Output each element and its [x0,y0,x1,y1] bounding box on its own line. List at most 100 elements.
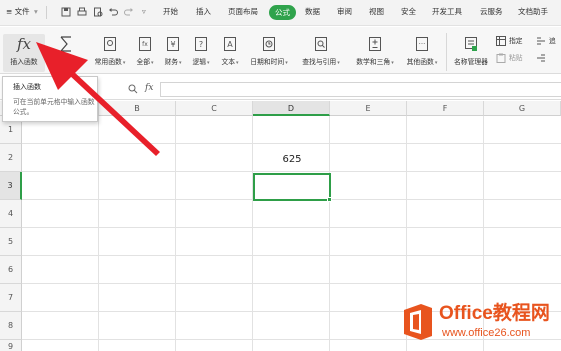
tab-doc-assistant[interactable]: 文档助手 [518,6,548,18]
more-icon: ··· [416,37,428,51]
gridline [175,116,176,351]
financial-icon: ¥ [167,37,179,51]
trace-dependents-button[interactable] [536,52,561,64]
common-functions-label: 常用函数 [94,58,122,66]
column-header-g[interactable]: G [484,101,561,116]
financial-button[interactable]: ¥ 财务▾ [160,34,186,72]
insert-function-tooltip: 插入函数 可在当前单元格中输入函数公式。 [2,76,98,122]
file-menu[interactable]: ≡ 文件 [6,6,30,18]
redo-icon[interactable] [124,7,134,17]
gridline [252,116,253,351]
text-functions-label: 文本 [221,58,236,66]
svg-text:¥: ¥ [170,40,175,49]
sigma-icon [59,36,71,52]
chevron-down-icon: ▾ [151,60,154,66]
tab-developer[interactable]: 开发工具 [432,6,462,18]
print-icon[interactable] [77,7,87,17]
svg-text:?: ? [199,40,203,49]
tab-data[interactable]: 数据 [305,6,320,18]
selected-cell-d3[interactable] [253,173,331,201]
save-icon[interactable] [61,7,71,17]
svg-text:···: ··· [419,40,426,48]
zoom-icon[interactable] [128,84,138,94]
column-header-d[interactable]: D [253,101,330,116]
insert-function-button[interactable]: fx 插入函数 [3,34,45,72]
tab-insert[interactable]: 插入 [196,6,211,18]
gridline [22,283,561,284]
row-header-4[interactable]: 4 [0,200,22,228]
tab-review[interactable]: 审阅 [337,6,352,18]
print-preview-icon[interactable] [93,7,103,17]
autosum-label: 自动求和 [50,58,78,66]
logical-button[interactable]: ? 逻辑▾ [188,34,214,72]
trace-precedents-button[interactable]: 追 [536,35,561,47]
chevron-down-icon: ▾ [179,60,182,66]
column-header-f[interactable]: F [407,101,484,116]
column-header-b[interactable]: B [99,101,176,116]
row-header-6[interactable]: 6 [0,256,22,284]
name-manager-button[interactable]: 名称管理器 [450,34,492,72]
autosum-button[interactable]: 自动求和▾ [46,34,86,72]
define-name-label: 指定 [509,37,523,45]
lookup-reference-label: 查找与引用 [302,58,337,66]
math-icon [369,37,381,51]
logical-icon: ? [195,37,207,51]
other-functions-label: 其他函数 [406,58,434,66]
row-header-8[interactable]: 8 [0,312,22,340]
row-header-5[interactable]: 5 [0,228,22,256]
ribbon-divider [446,33,447,71]
ribbon-toolbar: fx 插入函数 自动求和▾ 常用函数▾ fx 全部▾ ¥ 财务▾ ? 逻辑▾ A… [0,27,561,74]
trace-icon [537,37,545,45]
common-functions-icon [104,37,116,51]
math-trig-button[interactable]: 数学和三角▾ [350,34,400,72]
paste-icon [496,53,506,63]
logical-label: 逻辑 [192,58,207,66]
column-header-e[interactable]: E [330,101,407,116]
gridline [22,227,561,228]
row-header-2[interactable]: 2 [0,144,22,172]
all-functions-button[interactable]: fx 全部▾ [133,34,157,72]
chevron-down-icon: ▾ [122,60,126,66]
cell-d2[interactable]: 625 [254,146,330,173]
watermark: Office教程网 www.office26.com [397,296,561,351]
math-trig-label: 数学和三角 [356,58,391,66]
column-header-c[interactable]: C [176,101,253,116]
watermark-url: www.office26.com [442,327,531,339]
table-icon [496,36,506,46]
insert-function-label: 插入函数 [10,58,38,66]
row-header-3[interactable]: 3 [0,172,22,200]
undo-icon[interactable] [108,7,118,17]
tab-formulas[interactable]: 公式 [269,5,296,20]
fx-button[interactable]: fx [145,82,153,95]
datetime-button[interactable]: 日期和时间▾ [246,34,292,72]
tab-cloud[interactable]: 云服务 [480,6,503,18]
clock-icon [263,37,275,51]
menu-dropdown-icon[interactable]: ▾ [34,6,38,18]
row-header-9[interactable]: 9 [0,340,22,351]
lookup-reference-button[interactable]: 查找与引用▾ [296,34,346,72]
watermark-title: Office教程网 [439,303,550,324]
row-header-7[interactable]: 7 [0,284,22,312]
lookup-icon [315,37,327,51]
tab-home[interactable]: 开始 [163,6,178,18]
svg-text:A: A [227,40,233,49]
tab-page-layout[interactable]: 页面布局 [228,6,258,18]
formula-input[interactable] [160,82,561,97]
other-functions-button[interactable]: ··· 其他函数▾ [402,34,442,72]
trace-precedents-label: 追 [549,37,556,45]
name-manager-label: 名称管理器 [454,58,488,66]
quick-access-dropdown-icon[interactable]: ▿ [142,6,146,18]
text-functions-button[interactable]: A 文本▾ [217,34,243,72]
financial-label: 财务 [164,58,179,66]
tab-security[interactable]: 安全 [401,6,416,18]
fill-handle[interactable] [327,197,332,202]
chevron-down-icon: ▾ [434,60,438,66]
paste-name-label: 粘贴 [509,54,523,62]
name-manager-icon [465,37,477,51]
all-functions-icon: fx [139,37,151,51]
datetime-label: 日期和时间 [250,58,285,66]
common-functions-button[interactable]: 常用函数▾ [89,34,131,72]
paste-name-button[interactable]: 粘贴 [496,52,530,64]
define-name-button[interactable]: 指定 [496,35,530,47]
tab-view[interactable]: 视图 [369,6,384,18]
